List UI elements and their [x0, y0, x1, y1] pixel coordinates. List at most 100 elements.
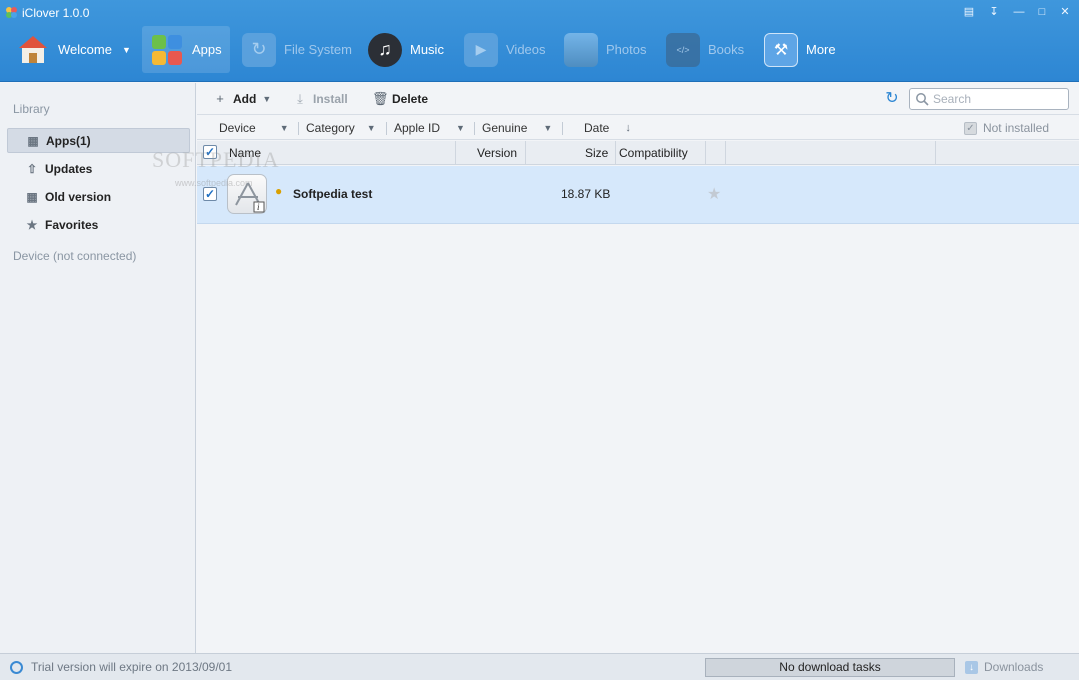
column-version[interactable]: Version [477, 146, 517, 160]
search-icon [916, 93, 929, 106]
install-label: Install [313, 92, 348, 106]
divider [455, 141, 456, 165]
divider [705, 141, 706, 165]
add-label: Add [233, 91, 257, 106]
delete-button[interactable]: 🗑 Delete [372, 91, 428, 107]
nav-file-system-label: File System [284, 42, 352, 57]
home-icon [16, 33, 50, 67]
install-button[interactable]: ⤓ Install [293, 91, 348, 107]
music-icon: ♫ [368, 32, 402, 67]
download-tasks-bar[interactable]: No download tasks [705, 658, 955, 677]
trash-icon: 🗑 [372, 91, 389, 106]
clock-icon [10, 660, 23, 674]
videos-icon: ▶ [464, 32, 498, 67]
nav-music[interactable]: ♫ Music [360, 26, 452, 73]
sidebar-item-label: Favorites [45, 217, 99, 232]
refresh-icon[interactable]: ↻ [883, 90, 901, 108]
not-installed-checkbox[interactable]: ✓ [963, 121, 977, 135]
app-name: Softpedia test [293, 187, 373, 201]
sidebar-item-old-version[interactable]: ▦ Old version [7, 184, 190, 209]
nav-photos-label: Photos [606, 42, 647, 57]
divider [386, 122, 387, 135]
tools-icon: ⚒ [764, 32, 798, 67]
library-heading: Library [13, 102, 50, 116]
table-row[interactable]: ✓ i ● Softpedia test 18.87 KB ★ [197, 166, 1079, 224]
divider [474, 122, 475, 135]
filter-apple-id-label: Apple ID [394, 121, 441, 135]
filter-apple-id[interactable]: Apple ID ▼ [394, 121, 465, 135]
nav-file-system[interactable]: ↻ File System [234, 26, 360, 73]
toolbar: + Add ▼ ⤓ Install 🗑 Delete ↻ [197, 83, 1079, 115]
window-title: iClover 1.0.0 [22, 6, 90, 20]
sort-down-icon: ↓ [625, 122, 631, 134]
chevron-down-icon[interactable]: ▼ [122, 45, 131, 55]
filter-device[interactable]: Device ▼ [219, 121, 289, 135]
nav-videos[interactable]: ▶ Videos [456, 26, 554, 73]
row-checkbox[interactable]: ✓ [203, 187, 217, 201]
device-heading[interactable]: Device (not connected) [13, 249, 136, 263]
chevron-down-icon: ▼ [279, 123, 289, 133]
grid-icon: ▦ [26, 189, 38, 204]
trial-notice: Trial version will expire on 2013/09/01 [10, 660, 232, 674]
close-button[interactable]: ✕ [1056, 4, 1074, 20]
nav-apps[interactable]: Apps [142, 26, 230, 73]
apps-icon [150, 33, 184, 67]
divider [615, 141, 616, 165]
nav-books[interactable]: </> Books [658, 26, 752, 73]
top-header: iClover 1.0.0 ▤ ↧ — □ ✕ Welcome ▼ Apps ↻… [0, 0, 1079, 82]
not-installed-filter[interactable]: ✓ Not installed [963, 121, 1049, 135]
app-size: 18.87 KB [561, 187, 611, 201]
download-icon: ⤓ [297, 91, 303, 106]
main-panel: + Add ▼ ⤓ Install 🗑 Delete ↻ Device ▼ Ca [197, 83, 1079, 653]
downloads-button[interactable]: ↓ Downloads [965, 660, 1043, 674]
chevron-down-icon: ▼ [543, 123, 553, 133]
filter-device-label: Device [219, 121, 256, 135]
watermark: SOFTPEDIA [152, 147, 280, 172]
menu-dropdown-icon[interactable]: ↧ [985, 4, 1003, 20]
sidebar-item-favorites[interactable]: ★ Favorites [7, 212, 190, 237]
nav-apps-label: Apps [192, 42, 222, 57]
star-icon: ★ [26, 217, 38, 232]
not-installed-label: Not installed [982, 121, 1049, 135]
plus-icon: + [216, 91, 224, 106]
chevron-down-icon: ▼ [366, 123, 376, 133]
books-icon: </> [666, 32, 700, 67]
chevron-down-icon[interactable]: ▼ [262, 94, 271, 104]
divider [725, 141, 726, 165]
photos-icon [564, 32, 598, 67]
column-compatibility[interactable]: Compatibility [619, 146, 688, 160]
sidebar-item-label: Apps(1) [46, 133, 91, 148]
divider [935, 141, 936, 165]
maximize-button[interactable]: □ [1033, 4, 1051, 20]
divider [298, 122, 299, 135]
trial-text: Trial version will expire on 2013/09/01 [31, 660, 232, 674]
sidebar-item-label: Old version [45, 189, 112, 204]
nav-more-label: More [806, 42, 836, 57]
nav-books-label: Books [708, 42, 745, 57]
table-header: ✓ Name Version Size Compatibility [197, 141, 1079, 165]
filter-category[interactable]: Category ▼ [306, 121, 376, 135]
watermark-url: www.softpedia.com [175, 178, 253, 188]
status-bar: Trial version will expire on 2013/09/01 … [0, 653, 1079, 680]
feedback-icon[interactable]: ▤ [960, 4, 978, 20]
filter-category-label: Category [306, 121, 355, 135]
filter-genuine[interactable]: Genuine ▼ [482, 121, 552, 135]
filter-date[interactable]: Date ↓ [584, 121, 631, 135]
search-input[interactable] [933, 92, 1063, 106]
nav-photos[interactable]: Photos [556, 26, 654, 73]
add-button[interactable]: + Add ▼ [213, 91, 271, 106]
minimize-button[interactable]: — [1010, 4, 1028, 20]
delete-label: Delete [392, 92, 429, 106]
nav-music-label: Music [410, 42, 444, 57]
clover-logo-icon [6, 7, 17, 18]
title-bar: iClover 1.0.0 ▤ ↧ — □ ✕ [0, 0, 1079, 24]
sidebar-item-label: Updates [45, 161, 93, 176]
favorite-star-icon[interactable]: ★ [707, 184, 721, 204]
search-box[interactable] [909, 88, 1069, 110]
nav-more[interactable]: ⚒ More [756, 26, 844, 73]
nav-welcome[interactable]: Welcome ▼ [8, 26, 139, 73]
grid-icon: ▦ [27, 133, 39, 148]
download-icon: ↓ [965, 660, 978, 674]
arrow-up-icon: ⇧ [26, 161, 38, 176]
column-size[interactable]: Size [585, 146, 608, 160]
